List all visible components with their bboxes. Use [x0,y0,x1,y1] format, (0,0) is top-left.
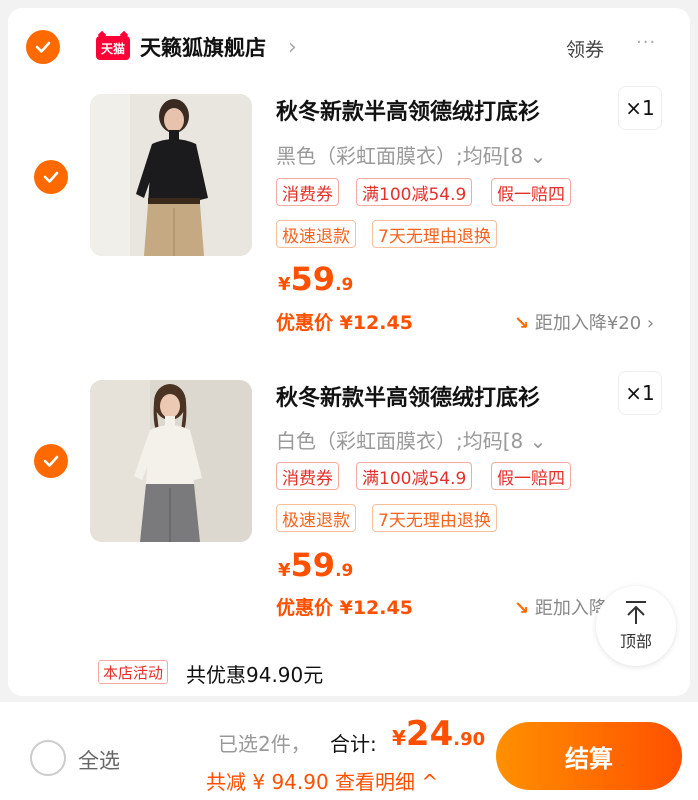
price-currency: ¥ [278,274,291,295]
checkout-button[interactable]: 结算 [496,722,682,790]
service-tag: 7天无理由退换 [372,220,497,248]
get-coupon-button[interactable]: 领券 [566,35,604,62]
price-decimal: .9 [335,275,354,295]
back-to-top-button[interactable]: 顶部 [596,586,676,666]
checkmark-icon [43,171,59,183]
select-all-checkbox[interactable] [30,740,66,776]
sku-selector[interactable]: 黑色（彩虹面膜衣）;均码[8 ⌄ [276,140,546,169]
selected-count: 已选2件， [218,732,311,756]
total-label: 合计: [330,732,377,756]
arrow-up-icon [626,601,646,624]
checkmark-icon [35,41,51,53]
quantity-button[interactable]: ×1 [618,86,662,130]
promo-tag: 消费券 [276,178,339,206]
back-to-top-label: 顶部 [619,632,652,651]
shop-select-checkbox[interactable] [26,30,60,64]
view-discount-details[interactable]: 共减 ¥ 94.90 查看明细 ^ [206,766,438,795]
store-activity-tag: 本店活动 [98,660,169,684]
product-price: ¥59.9 [278,260,353,298]
total-currency: ¥ [392,726,406,750]
item-select-checkbox[interactable] [34,160,68,194]
item-select-checkbox[interactable] [34,444,68,478]
select-all-label[interactable]: 全选 [78,745,120,775]
price-integer: 59 [290,546,336,584]
store-discount-summary: 共优惠94.90元 [186,663,324,687]
shop-name[interactable]: 天籁狐旗舰店 [140,32,266,62]
product-title[interactable]: 秋冬新款半高领德绒打底衫 [276,94,540,126]
product-image[interactable] [90,380,252,542]
price-integer: 59 [290,260,336,298]
service-tag: 极速退款 [276,504,356,532]
deal-price: 优惠价 ¥12.45 [276,597,413,619]
price-currency: ¥ [278,560,291,581]
product-image[interactable] [90,94,252,256]
promo-tag: 假一赔四 [491,462,571,490]
checkout-bar: 全选 已选2件， 合计: ¥24.90 共减 ¥ 94.90 查看明细 ^ 结算 [0,702,698,800]
quantity-button[interactable]: ×1 [618,371,662,415]
service-tag: 极速退款 [276,220,356,248]
deal-price: 优惠价 ¥12.45 [276,312,413,334]
checkmark-icon [43,455,59,467]
service-tag: 7天无理由退换 [372,504,497,532]
price-drop-info[interactable]: ↘ 距加入降¥20 › [514,309,654,335]
sku-selector[interactable]: 白色（彩虹面膜衣）;均码[8 ⌄ [276,425,546,454]
more-icon[interactable]: ··· [636,32,656,53]
chevron-right-icon: › [646,313,655,334]
promo-tag: 满100减54.9 [356,178,473,206]
price-drop-info[interactable]: ↘ 距加入降 [514,594,607,620]
promo-tag: 假一赔四 [491,178,571,206]
tmall-logo-icon: 天猫 [96,36,130,60]
product-title[interactable]: 秋冬新款半高领德绒打底衫 [276,380,540,412]
price-drop-arrow-icon: ↘ [514,598,530,619]
promo-tag: 满100减54.9 [356,462,473,490]
price-decimal: .9 [335,561,354,581]
total-price: ¥24.90 [392,714,485,754]
product-price: ¥59.9 [278,546,353,584]
chevron-right-icon[interactable]: › [288,35,297,60]
total-integer: 24 [405,714,454,754]
price-drop-text: 距加入降¥20 [534,313,642,334]
price-drop-text: 距加入降 [534,598,607,619]
price-drop-arrow-icon: ↘ [514,313,530,334]
promo-tag: 消费券 [276,462,339,490]
total-decimal: .90 [453,729,486,750]
